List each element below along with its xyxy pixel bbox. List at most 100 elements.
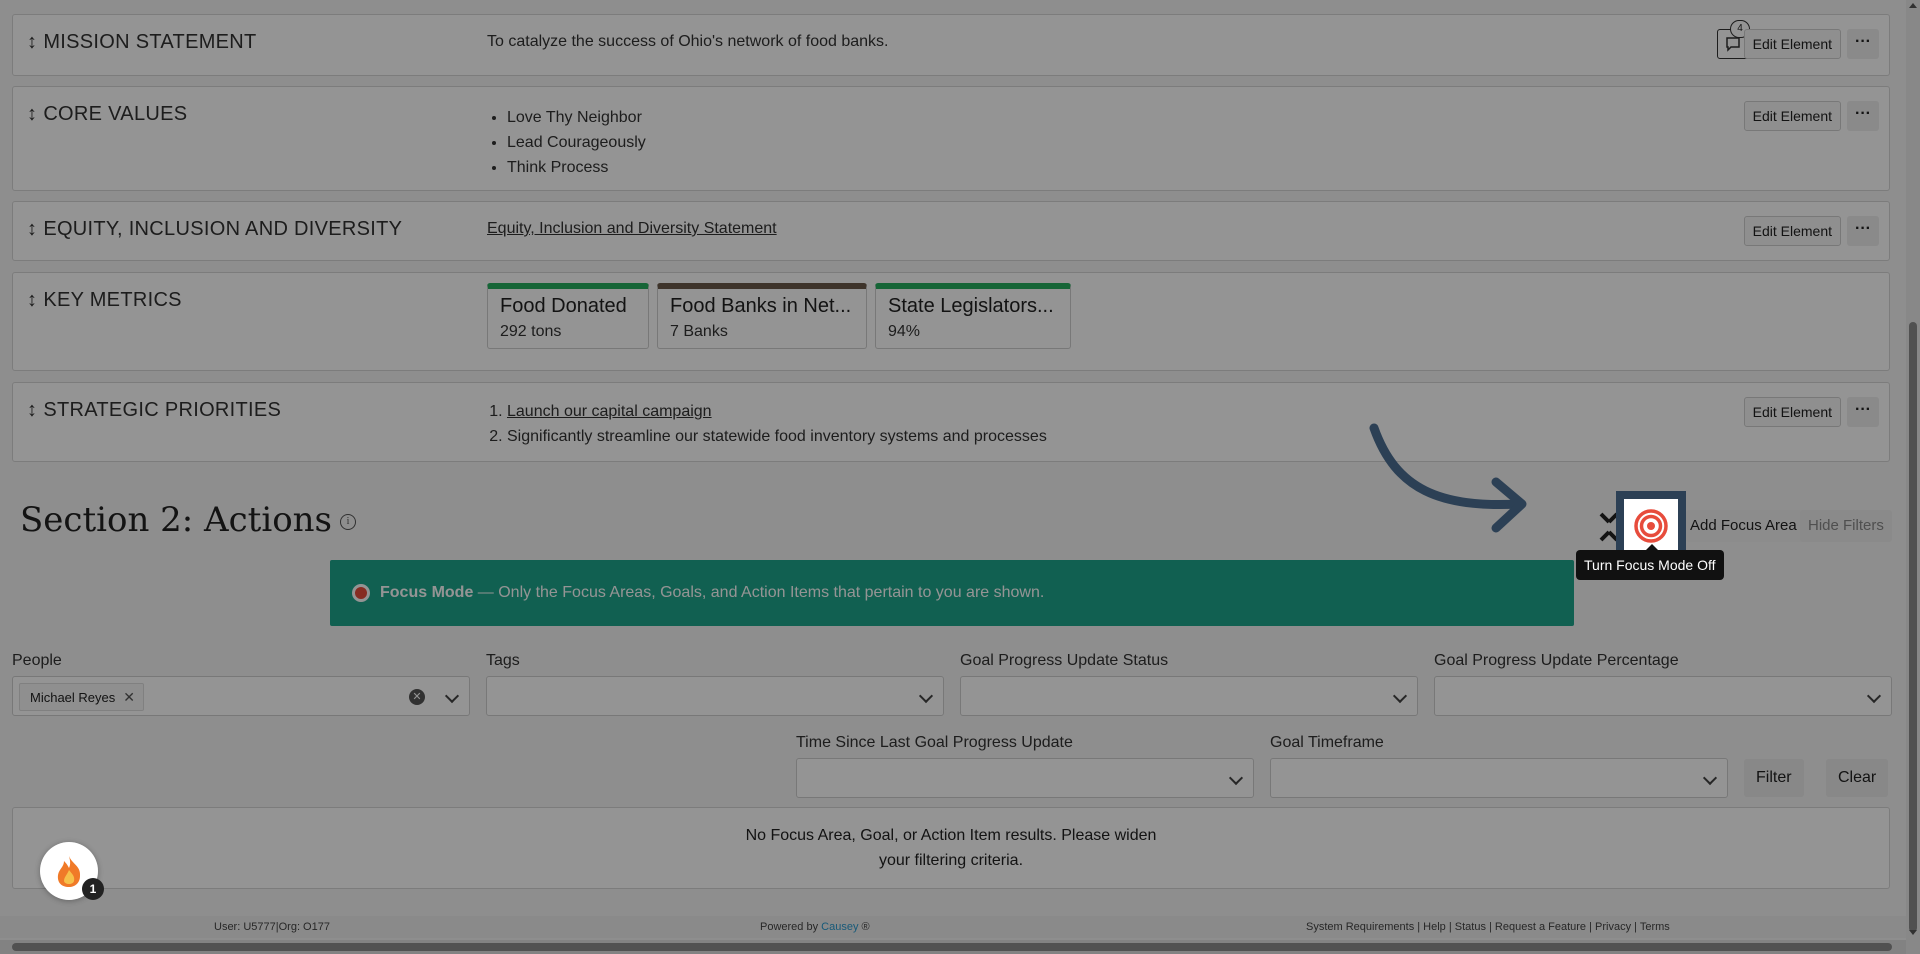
element-label: ↕ STRATEGIC PRIORITIES: [27, 399, 281, 422]
key-metrics-label: KEY METRICS: [43, 289, 182, 311]
selected-person-chip: Michael Reyes ✕: [19, 683, 144, 711]
footer: User: U5777|Org: O177 Powered by Causey …: [0, 916, 1906, 938]
metric-card[interactable]: Food Donated 292 tons: [487, 283, 649, 349]
focus-mode-tooltip: Turn Focus Mode Off: [1576, 544, 1724, 580]
metric-value: 7 Banks: [670, 323, 728, 340]
strategic-priorities-label: STRATEGIC PRIORITIES: [43, 399, 282, 421]
section-title: Section 2: Actions i: [20, 500, 357, 540]
vertical-scrollbar[interactable]: [1906, 0, 1920, 954]
metric-title: Food Donated: [500, 295, 627, 317]
metric-title: State Legislators...: [888, 295, 1054, 317]
tags-filter-select[interactable]: [486, 676, 944, 716]
footer-user-info: User: U5777|Org: O177: [214, 921, 330, 933]
edit-element-button[interactable]: Edit Element: [1743, 216, 1841, 246]
equity-statement-link[interactable]: Equity, Inclusion and Diversity Statemen…: [487, 220, 777, 237]
list-item: Launch our capital campaign: [507, 399, 1047, 424]
add-focus-area-button[interactable]: Add Focus Area: [1686, 510, 1807, 542]
scroll-down-icon[interactable]: [1909, 930, 1917, 935]
drag-handle-icon[interactable]: ↕: [27, 399, 37, 421]
goal-status-filter-label: Goal Progress Update Status: [960, 652, 1169, 669]
goal-percentage-filter-label: Goal Progress Update Percentage: [1434, 652, 1679, 669]
goal-status-filter-select[interactable]: [960, 676, 1418, 716]
brand-link[interactable]: Causey: [821, 921, 858, 933]
more-options-button[interactable]: ···: [1847, 29, 1879, 59]
mission-statement-text: To catalyze the success of Ohio's networ…: [487, 33, 889, 50]
element-label: ↕ KEY METRICS: [27, 289, 182, 312]
priority-link[interactable]: Launch our capital campaign: [507, 403, 712, 420]
element-core-values: ↕ CORE VALUES Love Thy Neighbor Lead Cour…: [12, 86, 1890, 191]
hide-filters-button[interactable]: Hide Filters: [1800, 510, 1892, 542]
remove-chip-icon[interactable]: ✕: [123, 689, 135, 705]
metric-card[interactable]: State Legislators... 94%: [875, 283, 1071, 349]
element-label: ↕ CORE VALUES: [27, 103, 187, 126]
element-label: ↕ EQUITY, INCLUSION AND DIVERSITY: [27, 218, 402, 241]
list-item: Significantly streamline our statewide f…: [507, 424, 1047, 449]
element-label: ↕ MISSION STATEMENT: [27, 31, 257, 54]
clear-button[interactable]: Clear: [1826, 759, 1889, 797]
drag-handle-icon[interactable]: ↕: [27, 31, 37, 53]
timeframe-filter-select[interactable]: [1270, 758, 1728, 798]
core-values-list: Love Thy Neighbor Lead Courageously Thin…: [487, 105, 646, 180]
timeframe-filter-label: Goal Timeframe: [1270, 734, 1384, 751]
drag-handle-icon[interactable]: ↕: [27, 103, 37, 125]
drag-handle-icon[interactable]: ↕: [27, 289, 37, 311]
goal-percentage-filter-select[interactable]: [1434, 676, 1892, 716]
results-line: your filtering criteria.: [878, 852, 1024, 869]
info-icon[interactable]: i: [340, 514, 357, 530]
edit-element-button[interactable]: Edit Element: [1743, 397, 1841, 427]
powered-prefix: Powered by: [760, 921, 822, 933]
more-options-button[interactable]: ···: [1847, 397, 1879, 427]
people-filter-select[interactable]: Michael Reyes ✕ ✕: [12, 676, 470, 716]
footer-links[interactable]: System Requirements | Help | Status | Re…: [1306, 916, 1670, 938]
list-item: Lead Courageously: [507, 130, 646, 155]
brand-mark: ®: [858, 921, 870, 933]
mission-statement-label: MISSION STATEMENT: [43, 31, 257, 53]
chevron-down-icon[interactable]: [444, 688, 460, 704]
target-icon: [1634, 509, 1668, 543]
scrollbar-thumb[interactable]: [1909, 322, 1917, 932]
pointer-arrow-icon: [1369, 423, 1527, 533]
chevron-down-icon[interactable]: [1702, 770, 1718, 786]
comment-icon: [1726, 37, 1740, 52]
metric-value: 94%: [888, 323, 921, 340]
focus-mode-text: — Only the Focus Areas, Goals, and Actio…: [473, 584, 1045, 601]
flame-icon: [57, 856, 81, 887]
list-item: Think Process: [507, 155, 646, 180]
list-item: Love Thy Neighbor: [507, 105, 646, 130]
chevron-down-icon[interactable]: [918, 688, 934, 704]
section-title-text: Section 2: Actions: [20, 500, 333, 540]
filter-button[interactable]: Filter: [1744, 759, 1804, 797]
chevron-down-icon[interactable]: [1228, 770, 1244, 786]
scrollbar-thumb[interactable]: [12, 943, 1892, 951]
chip-label: Michael Reyes: [30, 690, 116, 705]
scroll-up-icon[interactable]: [1909, 3, 1917, 8]
time-since-filter-label: Time Since Last Goal Progress Update: [796, 734, 1073, 751]
element-key-metrics: ↕ KEY METRICS Food Donated 292 tons Food …: [12, 272, 1890, 371]
tags-filter-label: Tags: [486, 652, 520, 669]
results-line: No Focus Area, Goal, or Action Item resu…: [745, 827, 1157, 844]
clear-selection-icon[interactable]: ✕: [409, 689, 425, 705]
edit-element-button[interactable]: Edit Element: [1743, 101, 1841, 131]
horizontal-scrollbar[interactable]: [0, 940, 1906, 954]
footer-powered-by: Powered by Causey ®: [760, 916, 870, 938]
time-since-filter-select[interactable]: [796, 758, 1254, 798]
page: ↕ MISSION STATEMENT To catalyze the succe…: [0, 0, 1920, 954]
streak-count-badge: 1: [82, 878, 104, 900]
chevron-down-icon[interactable]: [1392, 688, 1408, 704]
element-equity-inclusion-diversity: ↕ EQUITY, INCLUSION AND DIVERSITY Equity,…: [12, 201, 1890, 261]
metric-card[interactable]: Food Banks in Net... 7 Banks: [657, 283, 867, 349]
empty-results-message: No Focus Area, Goal, or Action Item resu…: [12, 807, 1890, 889]
equity-body: Equity, Inclusion and Diversity Statemen…: [487, 220, 777, 238]
more-options-button[interactable]: ···: [1847, 216, 1879, 246]
chevron-down-icon[interactable]: [1866, 688, 1882, 704]
focus-mode-title: Focus Mode: [380, 584, 474, 601]
element-strategic-priorities: ↕ STRATEGIC PRIORITIES Launch our capital…: [12, 382, 1890, 462]
core-values-label: CORE VALUES: [43, 103, 188, 125]
metric-title: Food Banks in Net...: [670, 295, 852, 317]
element-mission-statement: ↕ MISSION STATEMENT To catalyze the succe…: [12, 14, 1890, 76]
people-filter-label: People: [12, 652, 62, 669]
focus-mode-banner: Focus Mode — Only the Focus Areas, Goals…: [330, 560, 1574, 626]
edit-element-button[interactable]: Edit Element: [1743, 29, 1841, 59]
more-options-button[interactable]: ···: [1847, 101, 1879, 131]
drag-handle-icon[interactable]: ↕: [27, 218, 37, 240]
